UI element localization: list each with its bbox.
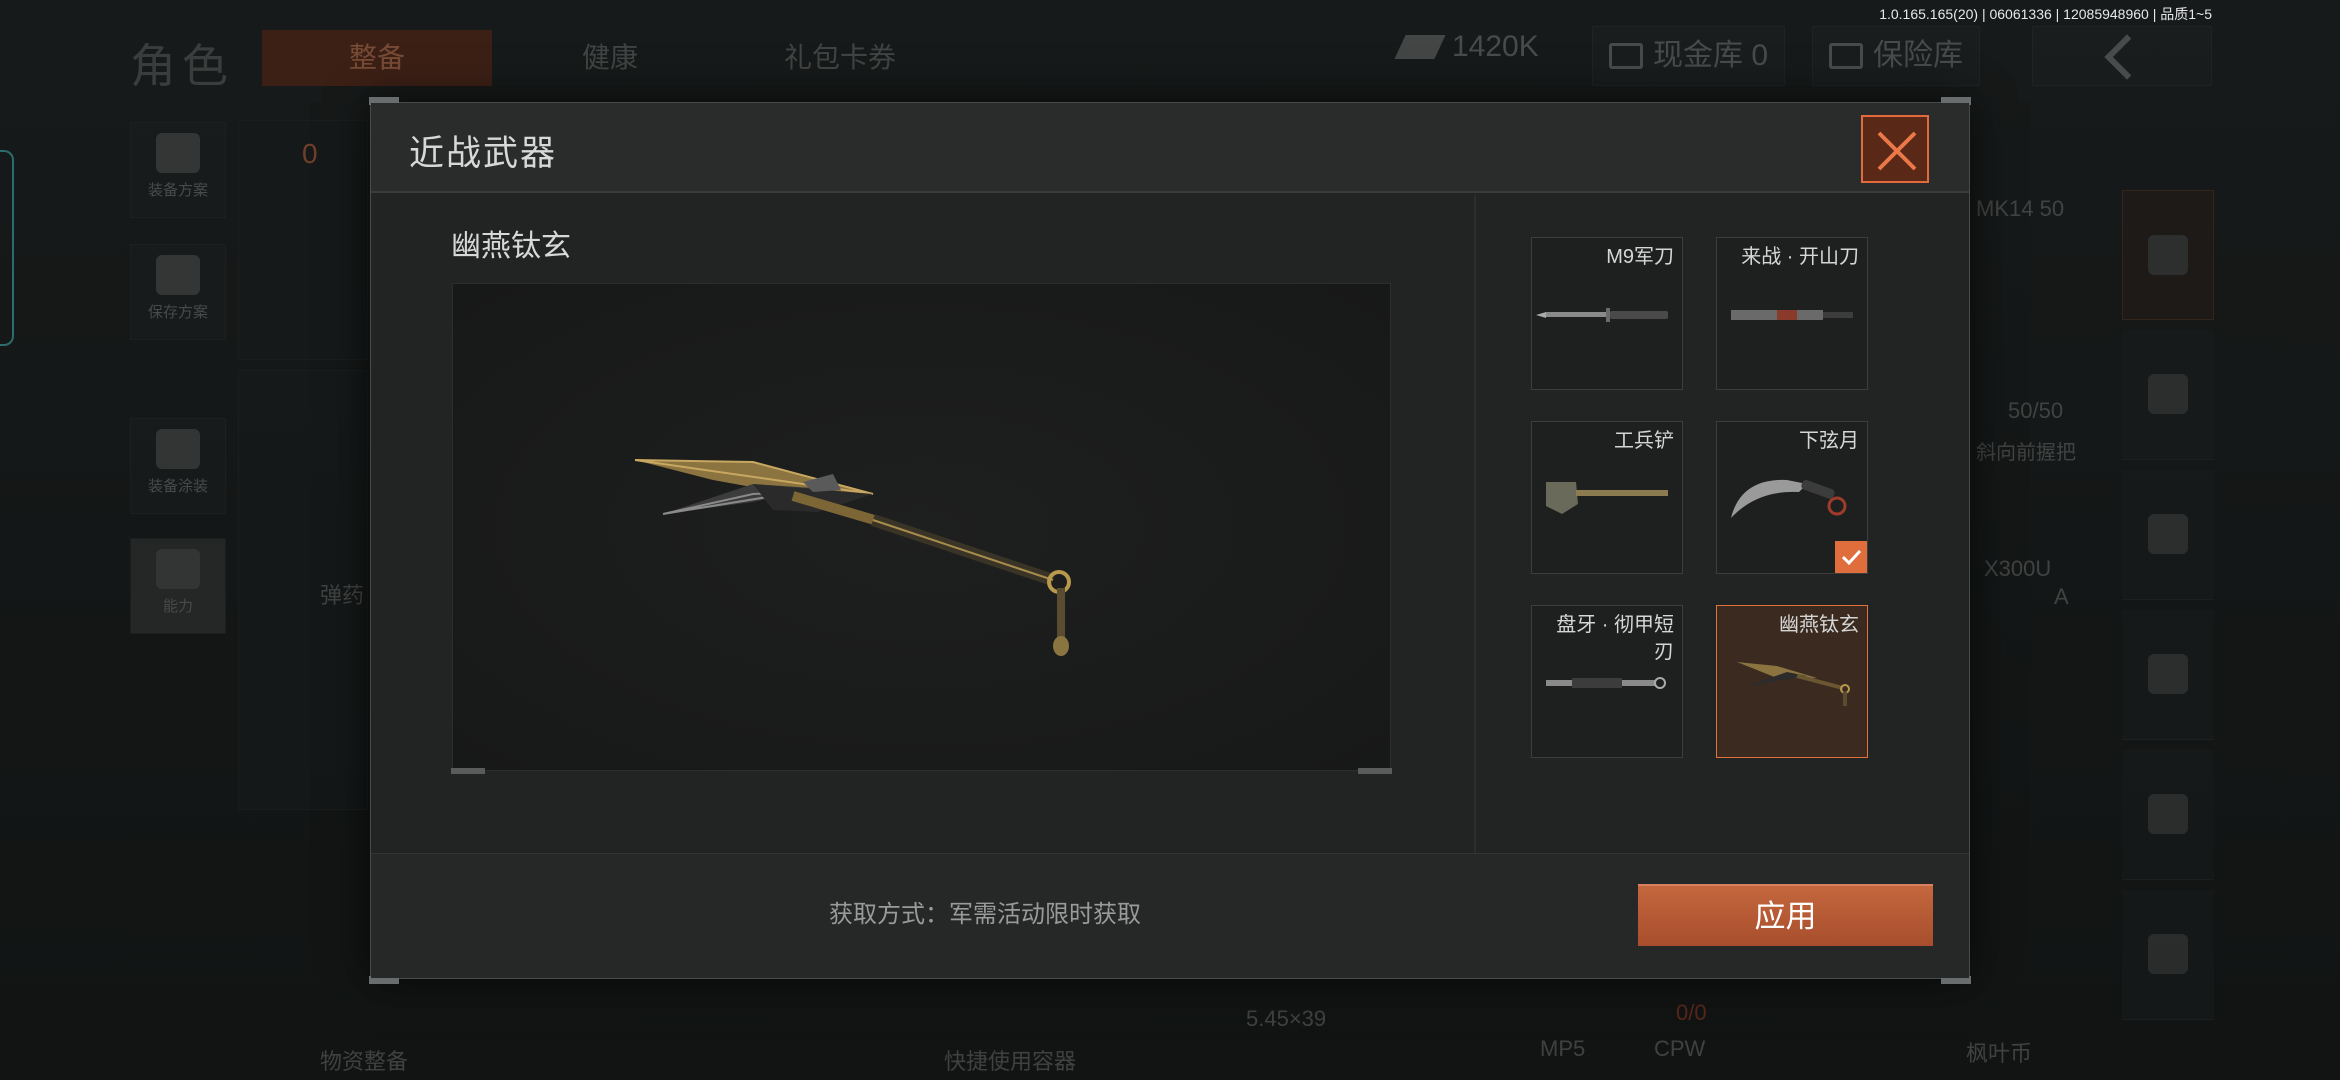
preview-pane: 幽燕钛玄: [371, 195, 1474, 853]
sidebar-item-loadout[interactable]: 装备方案: [130, 122, 226, 218]
sight-icon: [2148, 934, 2188, 974]
lightning-icon: [156, 549, 200, 589]
tab-gift[interactable]: 礼包卡券: [740, 30, 940, 86]
weapon-card-label: 幽燕钛玄: [1779, 614, 1859, 636]
equipped-check-icon: [1835, 541, 1867, 573]
weapon-card-shovel[interactable]: 工兵铲: [1531, 421, 1683, 574]
money-icon: [1394, 35, 1446, 59]
ammo-count: 0/0: [1676, 1000, 1707, 1025]
light-sub: A: [2054, 584, 2069, 609]
sidebar-label: 装备方案: [147, 182, 208, 199]
weapon-list: M9军刀 来战 · 开山刀 工兵铲 下弦月 盘牙 · 彻甲短刃 幽燕钛玄: [1476, 195, 1969, 853]
version-text: 1.0.165.165(20) | 06061336 | 12085948960…: [1879, 6, 2212, 22]
coin-label: 枫叶币: [1966, 1041, 2033, 1066]
helmet-icon: [156, 429, 200, 469]
safe-label: 保险库: [1873, 39, 1963, 72]
cash-vault-button[interactable]: 现金库 0: [1592, 26, 1786, 86]
vest-icon: [156, 133, 200, 173]
safe-icon: [1829, 43, 1863, 69]
money-value: 1420K: [1452, 30, 1539, 63]
sidebar-item-skin[interactable]: 装备涂装: [130, 418, 226, 514]
page-title: 角色: [130, 40, 234, 92]
dialog-header: 近战武器: [371, 103, 1969, 193]
ammo-tab[interactable]: 弹药: [320, 578, 364, 610]
right-slot-6[interactable]: [2122, 890, 2214, 1020]
preview-edge: [451, 768, 485, 774]
sidebar-label: 能力: [162, 598, 193, 615]
melee-weapon-dialog: 近战武器 幽燕钛玄 M9军刀 来战 · 开山刀 工兵铲 下弦月 盘牙 · 彻甲短…: [369, 97, 1971, 984]
acquire-method-text: 获取方式：军需活动限时获取: [829, 901, 1141, 928]
rifle-icon: [2148, 514, 2188, 554]
right-slot-4[interactable]: [2122, 610, 2214, 740]
weapon-card-machete[interactable]: 来战 · 开山刀: [1716, 237, 1868, 390]
right-slot-1[interactable]: [2122, 190, 2214, 320]
vest-count: 0: [302, 138, 318, 169]
weapon-card-karambit[interactable]: 下弦月: [1716, 421, 1868, 574]
sidebar-item-ability[interactable]: 能力: [130, 538, 226, 634]
side-edge-tab[interactable]: [0, 150, 14, 346]
weapon-mp5: MP5: [1540, 1036, 1586, 1061]
blade-image: [634, 459, 1071, 656]
light-label: X300U: [1984, 556, 2052, 581]
back-button[interactable]: [2032, 26, 2212, 86]
bullet-icon: [2148, 794, 2188, 834]
right-slot-2[interactable]: [2122, 330, 2214, 460]
dialog-footer: 获取方式：军需活动限时获取 应用: [371, 853, 1969, 978]
download-icon: [156, 255, 200, 295]
helmet-icon: [2148, 374, 2188, 414]
right-slot-5[interactable]: [2122, 750, 2214, 880]
tab-equip[interactable]: 整备: [262, 30, 492, 86]
weapon-card-m9[interactable]: M9军刀: [1531, 237, 1683, 390]
close-icon: [1877, 131, 1917, 171]
weapon-card-label: M9军刀: [1606, 246, 1674, 268]
tab-health[interactable]: 健康: [520, 30, 700, 86]
safe-button[interactable]: 保险库: [1812, 26, 1980, 86]
mag-label: MK14 50: [1976, 196, 2065, 221]
close-button[interactable]: [1861, 115, 1929, 183]
money-display: 1420K: [1394, 30, 1539, 64]
weapon-preview[interactable]: [451, 283, 1392, 774]
quick-use-label: 快捷使用容器: [944, 1049, 1077, 1074]
sidebar-label: 保存方案: [147, 304, 208, 321]
dialog-title: 近战武器: [409, 134, 558, 173]
mag-count: 50/50: [2008, 398, 2064, 423]
weapon-card-label: 盘牙 · 彻甲短刃: [1556, 614, 1674, 663]
checkmark-icon: [1841, 549, 1862, 566]
ammo-caliber: 5.45×39: [1246, 1006, 1327, 1031]
preview-edge: [1358, 768, 1392, 774]
grip-label: 斜向前握把: [1976, 442, 2076, 464]
apply-button[interactable]: 应用: [1638, 884, 1933, 946]
sidebar-item-save[interactable]: 保存方案: [130, 244, 226, 340]
selected-weapon-name: 幽燕钛玄: [451, 230, 571, 263]
weapon-card-label: 下弦月: [1799, 430, 1859, 452]
right-slot-3[interactable]: [2122, 470, 2214, 600]
weapon-card-label: 来战 · 开山刀: [1741, 246, 1859, 268]
weapon-cpw: CPW: [1654, 1036, 1706, 1061]
cash-vault-label: 现金库 0: [1653, 39, 1769, 72]
supply-label: 物资整备: [320, 1049, 409, 1074]
stack-icon: [2148, 235, 2188, 275]
magazine-icon: [2148, 654, 2188, 694]
weapon-card-short-blade[interactable]: 盘牙 · 彻甲短刃: [1531, 605, 1683, 758]
vault-icon: [1609, 43, 1643, 69]
sidebar-label: 装备涂装: [147, 478, 208, 495]
weapon-card-youyan[interactable]: 幽燕钛玄: [1716, 605, 1868, 758]
weapon-card-label: 工兵铲: [1614, 430, 1674, 452]
